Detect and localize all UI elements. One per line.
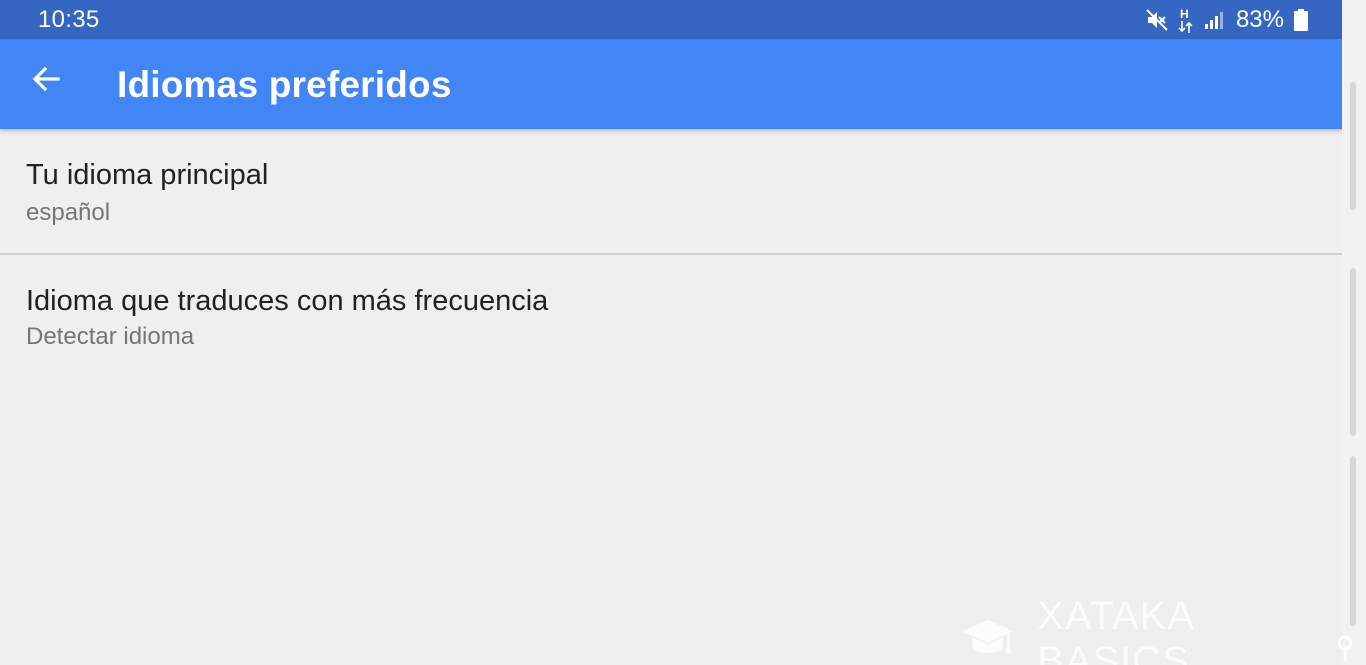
setting-value: español xyxy=(26,199,111,226)
battery-percent: 83% xyxy=(1235,6,1284,33)
app-screen: 10:35 H 83% Idiomas preferidos Tu idioma… xyxy=(0,0,1342,665)
watermark-text: XATAKA BASICS xyxy=(1037,594,1193,665)
network-data-icon: H xyxy=(1178,7,1194,33)
setting-value: Detectar idioma xyxy=(26,323,195,350)
app-bar: Idiomas preferidos xyxy=(0,39,1342,129)
watermark: XATAKA BASICS xyxy=(960,594,1342,665)
setting-main-language[interactable]: Tu idioma principal español xyxy=(0,129,1342,253)
status-icons: H 83% xyxy=(1146,6,1308,34)
scrollbar-segment-1[interactable] xyxy=(1350,82,1356,210)
status-time: 10:35 xyxy=(38,6,100,33)
battery-icon xyxy=(1294,9,1308,31)
page-title: Idiomas preferidos xyxy=(117,64,452,105)
back-button[interactable] xyxy=(22,59,70,99)
mute-icon xyxy=(1146,9,1168,31)
setting-title: Tu idioma principal xyxy=(26,159,269,191)
scrollbar-segment-3[interactable] xyxy=(1350,456,1356,626)
setting-frequent-translation-language[interactable]: Idioma que traduces con más frecuencia D… xyxy=(0,255,1342,375)
setting-title: Idioma que traduces con más frecuencia xyxy=(26,285,549,317)
arrow-back-icon xyxy=(32,66,60,92)
scrollbar-segment-2[interactable] xyxy=(1350,268,1356,436)
network-type-label: H xyxy=(1179,7,1189,21)
signal-icon xyxy=(1204,12,1223,29)
pin-icon xyxy=(1337,635,1353,661)
status-bar: 10:35 H 83% xyxy=(0,0,1342,39)
graduation-cap-icon xyxy=(961,619,1014,654)
